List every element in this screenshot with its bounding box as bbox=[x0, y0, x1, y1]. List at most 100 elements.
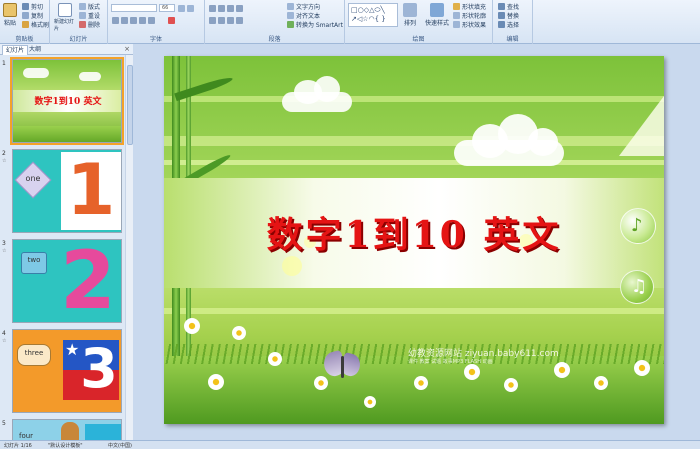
status-bar: 幻灯片 1/16 "默认设计模板" 中文(中国) bbox=[0, 440, 700, 449]
daisy-flower bbox=[268, 352, 282, 366]
group-label: 字体 bbox=[149, 36, 162, 43]
scrollbar-thumb[interactable] bbox=[127, 65, 133, 145]
cloud-shape bbox=[454, 114, 564, 168]
paste-icon bbox=[3, 3, 17, 17]
text-direction-button[interactable]: 文字方向 bbox=[287, 2, 320, 11]
align-center-icon[interactable] bbox=[218, 17, 225, 24]
binoculars-icon bbox=[498, 3, 505, 10]
paste-button[interactable]: 粘贴 bbox=[3, 3, 17, 27]
select-button[interactable]: 选择 bbox=[498, 20, 519, 29]
cut-button[interactable]: 剪切 bbox=[22, 2, 43, 11]
slide-canvas: 数字1到10 英文 ♪ ♫ 幼教资源网站 ziyuan.baby611.com bbox=[134, 44, 700, 440]
font-color-icon[interactable] bbox=[168, 17, 175, 24]
bokeh-circle bbox=[282, 256, 302, 276]
daisy-flower bbox=[232, 326, 246, 340]
layout-button[interactable]: 版式 bbox=[79, 2, 100, 11]
brush-icon bbox=[22, 21, 29, 28]
shape-outline-button[interactable]: 形状轮廓 bbox=[453, 11, 486, 20]
cloud-shape bbox=[23, 68, 49, 78]
reset-button[interactable]: 重设 bbox=[79, 11, 100, 20]
daisy-flower bbox=[554, 362, 570, 378]
shrink-font-icon[interactable] bbox=[187, 5, 194, 12]
editing-group: 查找 替换 选择 编辑 bbox=[493, 0, 533, 44]
align-left-icon[interactable] bbox=[209, 17, 216, 24]
theme-name: "默认设计模板" bbox=[48, 443, 83, 449]
find-button[interactable]: 查找 bbox=[498, 2, 519, 11]
number-card bbox=[85, 424, 121, 440]
daisy-flower bbox=[634, 360, 650, 376]
group-label: 绘图 bbox=[412, 36, 425, 43]
justify-icon[interactable] bbox=[236, 17, 243, 24]
layout-icon bbox=[79, 3, 86, 10]
slide-number: 4 bbox=[2, 330, 6, 337]
slide-thumbnail-1[interactable]: 数字1到10 英文 bbox=[10, 57, 124, 145]
smartart-button[interactable]: 转换为 SmartArt bbox=[287, 20, 343, 29]
daisy-flower bbox=[594, 376, 608, 390]
thumb-digit: 3 bbox=[80, 337, 118, 400]
arrange-button[interactable]: 排列 bbox=[403, 3, 417, 27]
daisy-flower bbox=[208, 374, 224, 390]
numbering-icon[interactable] bbox=[218, 5, 225, 12]
format-painter-button[interactable]: 格式刷 bbox=[22, 20, 49, 29]
scissors-icon bbox=[22, 3, 29, 10]
language-indicator: 中文(中国) bbox=[108, 443, 132, 449]
ribbon: 粘贴 剪切 复制 格式刷 剪贴板 新建幻灯片 版式 重设 删除 幻灯片 66 字… bbox=[0, 0, 700, 44]
slide-thumbnail-2[interactable]: one 1 bbox=[12, 149, 122, 233]
new-slide-icon bbox=[58, 3, 72, 17]
daisy-flower bbox=[414, 376, 428, 390]
italic-icon[interactable] bbox=[121, 17, 128, 24]
copy-button[interactable]: 复制 bbox=[22, 11, 43, 20]
fill-icon bbox=[453, 3, 460, 10]
slide-number: 3 bbox=[2, 240, 6, 247]
tab-slides[interactable]: 幻灯片 bbox=[2, 45, 29, 55]
increase-indent-icon[interactable] bbox=[236, 5, 243, 12]
close-icon[interactable]: × bbox=[124, 45, 130, 53]
stripe bbox=[164, 308, 664, 314]
group-label: 段落 bbox=[268, 36, 281, 43]
watermark-subtext: 课件 教案 试题 故事MP3 FLASH 动画 bbox=[408, 359, 493, 365]
thumb-word: two bbox=[27, 256, 41, 264]
align-text-button[interactable]: 对齐文本 bbox=[287, 11, 320, 20]
daisy-flower bbox=[504, 378, 518, 392]
stripe bbox=[164, 96, 664, 102]
slide-title[interactable]: 数字1到10 英文 bbox=[164, 206, 664, 258]
quick-styles-button[interactable]: 快速样式 bbox=[425, 3, 449, 27]
group-label: 幻灯片 bbox=[69, 36, 88, 43]
grow-font-icon[interactable] bbox=[178, 5, 185, 12]
thumb-digit: 1 bbox=[66, 149, 116, 231]
tab-outline[interactable]: 大纲 bbox=[26, 45, 44, 55]
arrange-icon bbox=[403, 3, 417, 17]
slides-pane: 幻灯片 大纲 × 1 数字1到10 英文 2 ☆ one 1 3 ☆ two 2… bbox=[0, 44, 133, 440]
slide-thumbnail-3[interactable]: two 2 bbox=[12, 239, 122, 323]
current-slide[interactable]: 数字1到10 英文 ♪ ♫ 幼教资源网站 ziyuan.baby611.com bbox=[164, 56, 664, 424]
shadow-icon[interactable] bbox=[148, 17, 155, 24]
cloud-shape bbox=[79, 72, 101, 81]
slide-thumbnail-5[interactable]: four bbox=[12, 419, 122, 440]
shape-fill-button[interactable]: 形状填充 bbox=[453, 2, 486, 11]
daisy-flower bbox=[464, 364, 480, 380]
thumb-word: four bbox=[19, 432, 34, 440]
slide-number: 1 bbox=[2, 60, 6, 67]
bullets-icon[interactable] bbox=[209, 5, 216, 12]
pane-scrollbar[interactable] bbox=[125, 55, 133, 440]
replace-button[interactable]: 替换 bbox=[498, 11, 519, 20]
align-right-icon[interactable] bbox=[227, 17, 234, 24]
slide-number: 5 bbox=[2, 420, 6, 427]
replace-icon bbox=[498, 12, 505, 19]
new-slide-button[interactable]: 新建幻灯片 bbox=[54, 3, 76, 32]
stripe bbox=[164, 160, 664, 165]
slide-thumbnail-4[interactable]: three ★ 3 bbox=[12, 329, 122, 413]
slides-group: 新建幻灯片 版式 重设 删除 幻灯片 bbox=[50, 0, 108, 44]
music-bubble-icon[interactable]: ♫ bbox=[620, 270, 654, 304]
music-bubble-icon[interactable]: ♪ bbox=[620, 208, 656, 244]
font-size-combo[interactable]: 66 bbox=[159, 4, 175, 12]
grass-shape bbox=[164, 356, 664, 424]
shape-effects-button[interactable]: 形状效果 bbox=[453, 20, 486, 29]
shapes-gallery[interactable]: □○◇△⬭╲ ↗◁☆◠{ } bbox=[348, 3, 398, 27]
decrease-indent-icon[interactable] bbox=[227, 5, 234, 12]
font-name-combo[interactable] bbox=[111, 4, 157, 12]
strikethrough-icon[interactable] bbox=[139, 17, 146, 24]
delete-button[interactable]: 删除 bbox=[79, 20, 100, 29]
bold-icon[interactable] bbox=[112, 17, 119, 24]
underline-icon[interactable] bbox=[130, 17, 137, 24]
